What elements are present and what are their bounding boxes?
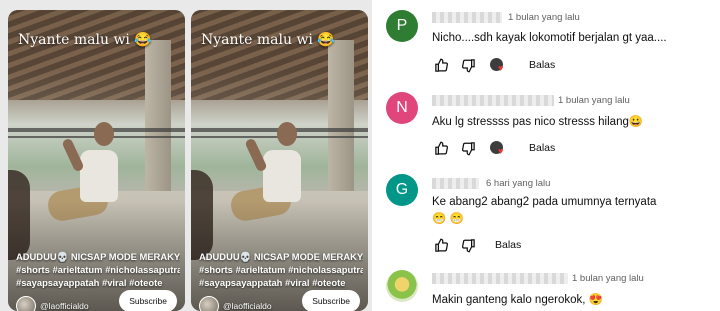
like-icon[interactable] [432,56,450,74]
comment-time[interactable]: 1 bulan yang lalu [508,12,580,23]
comment-time[interactable]: 6 hari yang lalu [486,178,550,189]
video-caption: Nyante malu wi 😂 [201,32,335,48]
channel-avatar[interactable] [16,296,36,311]
dislike-icon[interactable] [459,56,477,74]
video-description: ADUDUU💀 NICSAP MODE MERAKYAT #shorts #ar… [16,250,180,289]
author-name-redacted[interactable] [432,273,568,284]
channel-name[interactable]: @laofficialdo [40,301,89,311]
short-video-card[interactable]: Nyante malu wi 😂 ADUDUU💀 NICSAP MODE MER… [191,10,368,311]
channel-info[interactable]: @laofficialdo [199,296,272,311]
reply-button[interactable]: Balas [529,142,555,154]
comment-text: Nicho....sdh kayak lokomotif berjalan gt… [432,32,667,44]
description-title: ADUDUU💀 NICSAP MODE MERAKYAT [199,251,363,262]
author-name-redacted[interactable] [432,12,502,23]
video-description: ADUDUU💀 NICSAP MODE MERAKYAT #shorts #ar… [199,250,363,289]
creator-heart-icon: ♥ [489,56,507,74]
shorts-panel: Nyante malu wi 😂 ADUDUU💀 NICSAP MODE MER… [0,0,372,311]
description-tags[interactable]: #shorts #arieltatum #nicholassaputra [16,263,180,276]
avatar[interactable] [386,270,418,302]
comment-actions: ♥ Balas [432,139,555,157]
dislike-icon[interactable] [459,139,477,157]
video-caption: Nyante malu wi 😂 [18,32,152,48]
comment-actions: ♥ Balas [432,56,555,74]
comment-actions: Balas [432,236,521,254]
comment-emoji-line: 😁 😁 [432,213,464,225]
like-icon[interactable] [432,139,450,157]
creator-heart-icon: ♥ [489,139,507,157]
reply-button[interactable]: Balas [495,239,521,251]
description-tags[interactable]: #sayapsayappatah #viral #oteote [16,276,180,289]
subscribe-button[interactable]: Subscribe [119,290,177,311]
avatar[interactable]: N [386,92,418,124]
channel-info[interactable]: @laofficialdo [16,296,89,311]
avatar[interactable]: P [386,10,418,42]
like-icon[interactable] [432,236,450,254]
author-name-redacted[interactable] [432,95,554,106]
comment-time[interactable]: 1 bulan yang lalu [558,95,630,106]
author-name-redacted[interactable] [432,178,479,189]
subscribe-button[interactable]: Subscribe [302,290,360,311]
comments-panel: P 1 bulan yang lalu Nicho....sdh kayak l… [372,0,720,311]
description-tags[interactable]: #shorts #arieltatum #nicholassaputra [199,263,363,276]
reply-button[interactable]: Balas [529,59,555,71]
comment-text: Makin ganteng kalo ngerokok, 😍 [432,294,603,306]
avatar[interactable]: G [386,174,418,206]
comment-text: Ke abang2 abang2 pada umumnya ternyata [432,196,657,208]
channel-avatar[interactable] [199,296,219,311]
comment-text: Aku lg stressss pas nico stresss hilang😀 [432,116,644,128]
dislike-icon[interactable] [459,236,477,254]
comment-time[interactable]: 1 bulan yang lalu [572,273,644,284]
description-tags[interactable]: #sayapsayappatah #viral #oteote [199,276,363,289]
channel-name[interactable]: @laofficialdo [223,301,272,311]
description-title: ADUDUU💀 NICSAP MODE MERAKYAT [16,251,180,262]
short-video-card[interactable]: Nyante malu wi 😂 ADUDUU💀 NICSAP MODE MER… [8,10,185,311]
